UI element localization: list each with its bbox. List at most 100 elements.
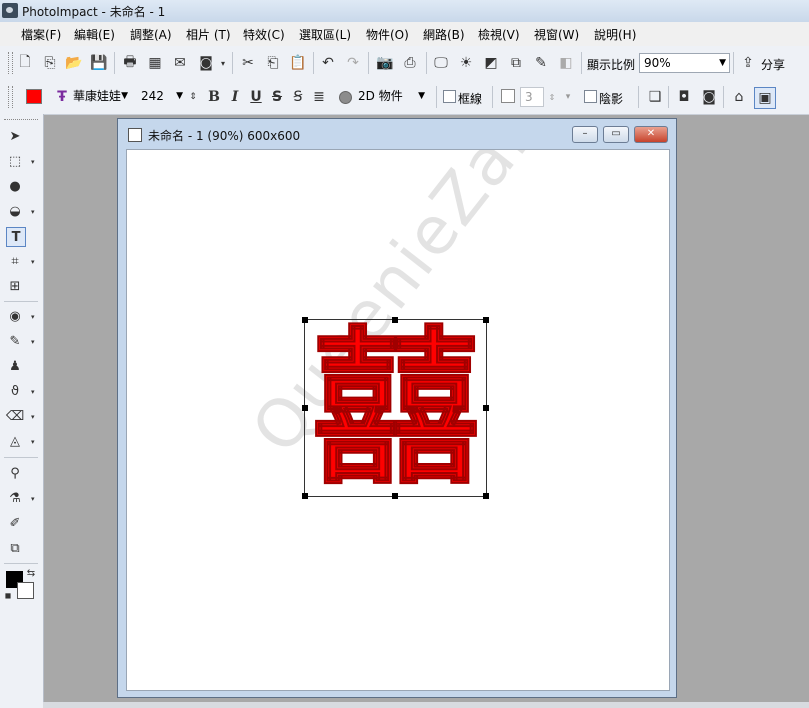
pick-tool-icon[interactable]: ➤ [6, 127, 24, 145]
align-icon[interactable]: ≣ [309, 87, 329, 107]
resize-handle[interactable] [483, 493, 489, 499]
chevron-down-icon[interactable]: ▾ [31, 313, 35, 321]
photoimpact-app-icon[interactable] [2, 3, 18, 18]
size-spinner[interactable]: ⇕ [187, 87, 199, 107]
share-icon[interactable]: ⇪ [738, 53, 758, 73]
menu-file[interactable]: 檔案(F) [19, 26, 63, 43]
border-dropdown-icon[interactable]: ▾ [561, 87, 575, 107]
menu-window[interactable]: 視窗(W) [532, 26, 581, 43]
open-folder-icon[interactable]: 📂 [64, 53, 84, 73]
menu-effect[interactable]: 特效(C) [241, 26, 287, 43]
transform-tool-icon[interactable]: ⊞ [6, 277, 24, 295]
fill-tool-icon[interactable]: ◬ [6, 432, 24, 450]
new-file-icon[interactable]: 🗋 [15, 53, 35, 73]
resize-handle[interactable] [392, 317, 398, 323]
background-color-swatch[interactable] [17, 582, 34, 599]
italic-button[interactable]: I [225, 87, 245, 107]
border-color-swatch[interactable] [501, 89, 515, 103]
save-icon[interactable]: 💾 [89, 53, 109, 73]
resize-handle[interactable] [392, 493, 398, 499]
menu-web[interactable]: 網路(B) [421, 26, 467, 43]
open-icon[interactable]: ⎘ [40, 53, 60, 73]
text-wrap-icon[interactable]: ⌂ [729, 87, 749, 107]
vertical-text-icon[interactable]: Ꞩ [288, 87, 308, 107]
cut-icon[interactable]: ✂ [238, 53, 258, 73]
reset-colors-icon[interactable]: ◼ [3, 590, 13, 600]
text-tool-icon[interactable]: T [6, 227, 26, 247]
panel-toggle-icon[interactable]: ▣ [754, 87, 776, 109]
print-preview-icon[interactable]: ▦ [145, 53, 165, 73]
capture-icon[interactable]: 📷 [375, 53, 395, 73]
bold-button[interactable]: B [204, 87, 224, 107]
menu-selection[interactable]: 選取區(L) [297, 26, 353, 43]
object-mode-select[interactable]: 2D 物件 ▼ [354, 87, 428, 107]
image-canvas[interactable]: QueenieZakka 囍 [126, 149, 670, 691]
stamp-tool-icon[interactable]: ♟ [6, 357, 24, 375]
border-width-input[interactable]: 3 [520, 87, 544, 107]
menu-adjust[interactable]: 調整(A) [128, 26, 174, 43]
menu-help[interactable]: 說明(H) [592, 26, 638, 43]
email-icon[interactable]: ✉ [170, 53, 190, 73]
app-title-bar[interactable]: PhotoImpact - 未命名 - 1 [0, 0, 809, 23]
path-select-icon[interactable]: ● [6, 177, 24, 195]
object-frame-icon[interactable]: ◘ [674, 87, 694, 107]
disabled-tool-icon[interactable]: ◧ [556, 53, 576, 73]
shadow-checkbox[interactable] [584, 90, 597, 103]
menu-view[interactable]: 檢視(V) [476, 26, 522, 43]
minimize-button[interactable]: – [572, 126, 598, 143]
pen-tool-icon[interactable]: ✐ [6, 514, 24, 532]
tone-map-icon[interactable]: ◩ [481, 53, 501, 73]
menu-object[interactable]: 物件(O) [364, 26, 411, 43]
share-label[interactable]: 分享 [761, 56, 785, 73]
shape-icon[interactable]: ❑ [645, 87, 665, 107]
undo-icon[interactable]: ↶ [318, 53, 338, 73]
menu-edit[interactable]: 編輯(E) [72, 26, 117, 43]
scan-icon[interactable]: ⎙ [400, 53, 420, 73]
selection-box[interactable] [302, 317, 489, 499]
resize-handle[interactable] [483, 405, 489, 411]
camera-dropdown-icon[interactable]: ▾ [221, 59, 225, 68]
chevron-down-icon[interactable]: ▾ [31, 388, 35, 396]
eraser-tool-icon[interactable]: ⌫ [6, 407, 24, 425]
chevron-down-icon[interactable]: ▾ [31, 208, 35, 216]
font-size-select[interactable]: 242 ▼ [137, 87, 186, 107]
zoom-select[interactable]: 90% ▼ [639, 53, 730, 73]
font-name-select[interactable]: 華康娃娃 ▼ [69, 87, 131, 107]
stitch-tool-icon[interactable]: ⧉ [6, 539, 24, 557]
toolbar-grip[interactable] [8, 86, 13, 108]
paste-icon[interactable]: 📋 [288, 53, 308, 73]
eyedropper-tool-icon[interactable]: ⚗ [6, 489, 24, 507]
resize-handle[interactable] [302, 405, 308, 411]
enhance-icon[interactable]: ⧉ [506, 53, 526, 73]
crop-tool-icon[interactable]: ⌗ [6, 252, 24, 270]
underline-button[interactable]: U [246, 87, 266, 107]
redo-icon[interactable]: ↷ [343, 53, 363, 73]
menu-photo[interactable]: 相片 (T) [184, 26, 233, 43]
camera-icon[interactable]: ◙ [196, 53, 216, 73]
capture-object-icon[interactable]: ◙ [699, 87, 719, 107]
toolbar-grip[interactable] [8, 52, 13, 74]
paint-brush-icon[interactable]: ✎ [6, 332, 24, 350]
chevron-down-icon[interactable]: ▾ [31, 338, 35, 346]
text-color-swatch[interactable] [26, 89, 42, 104]
document-window[interactable]: 未命名 - 1 (90%) 600x600 – ▭ ✕ QueenieZakka… [117, 118, 677, 698]
strikethrough-button[interactable]: S [267, 87, 287, 107]
resize-handle[interactable] [302, 317, 308, 323]
view-tool-icon[interactable]: ◉ [6, 307, 24, 325]
magic-icon[interactable]: ✎ [531, 53, 551, 73]
close-button[interactable]: ✕ [634, 126, 668, 143]
swap-colors-icon[interactable]: ⇆ [25, 567, 37, 579]
border-checkbox[interactable] [443, 90, 456, 103]
print-icon[interactable]: 🖶 [120, 53, 140, 73]
resize-handle[interactable] [483, 317, 489, 323]
clone-tool-icon[interactable]: ϑ [6, 382, 24, 400]
resize-handle[interactable] [302, 493, 308, 499]
chevron-down-icon[interactable]: ▾ [31, 258, 35, 266]
zoom-tool-icon[interactable]: ⚲ [6, 464, 24, 482]
chevron-down-icon[interactable]: ▾ [31, 438, 35, 446]
maximize-button[interactable]: ▭ [603, 126, 629, 143]
marquee-tool-icon[interactable]: ⬚ [6, 152, 24, 170]
chevron-down-icon[interactable]: ▾ [31, 158, 35, 166]
shape-tool-icon[interactable]: ◒ [6, 202, 24, 220]
copy-icon[interactable]: ⎗ [263, 53, 283, 73]
